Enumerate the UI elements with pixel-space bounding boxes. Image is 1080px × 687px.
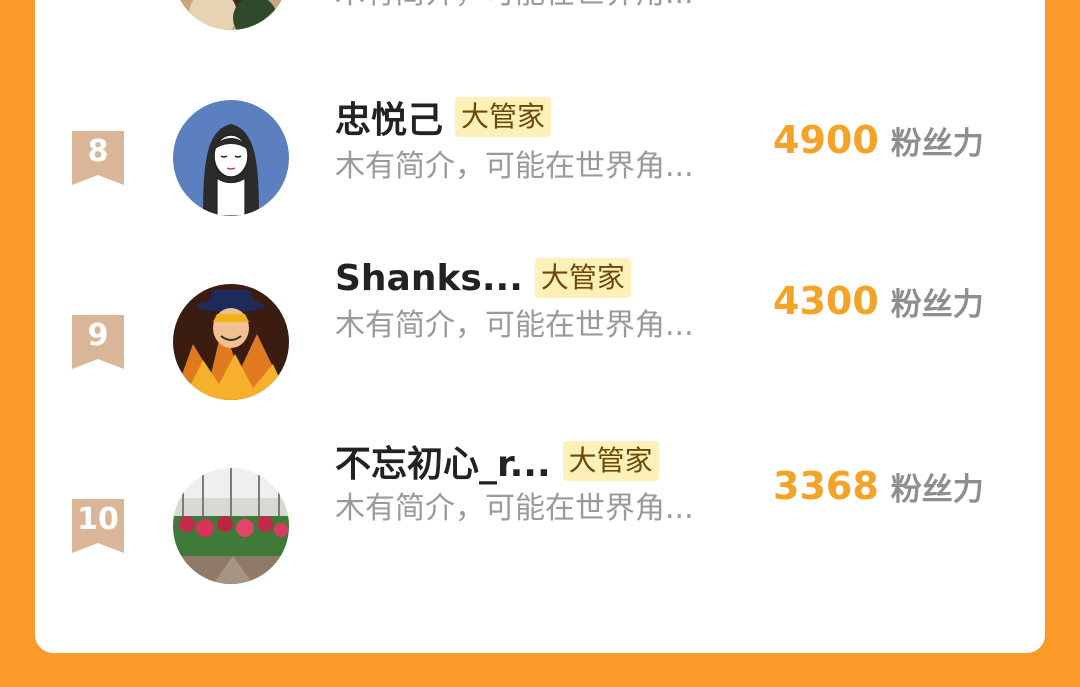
- leaderboard-row[interactable]: 10 不忘初心_r... 大管家 木有简介，可能在世界角... 3368 粉丝力: [35, 441, 1045, 595]
- user-bio: 木有简介，可能在世界角...: [335, 491, 694, 526]
- fans-count: 4300: [773, 279, 879, 323]
- rank-badge: 9: [72, 315, 124, 369]
- user-name[interactable]: 不忘初心_r...: [335, 435, 551, 487]
- leaderboard-row[interactable]: 8 忠悦己 大管家 木有简介，可能在世界角... 4900 粉丝力: [35, 95, 1045, 225]
- rank-badge: 10: [72, 499, 124, 553]
- fans-unit-label: 粉丝力: [890, 471, 984, 508]
- fans-unit-label: 粉丝力: [890, 286, 984, 323]
- role-tag: 大管家: [534, 258, 631, 298]
- user-name[interactable]: 忠悦己: [335, 91, 443, 143]
- user-bio: 木有简介，可能在世界角...: [335, 149, 694, 184]
- fans-unit-label: 粉丝力: [890, 125, 984, 162]
- leaderboard-row[interactable]: 9 Shanks... 大管家 木有简介，可能在世界角... 4300 粉丝力: [35, 258, 1045, 410]
- rank-number: 10: [77, 502, 119, 537]
- leaderboard-card: 木有简介，可能在世界角... 8 忠悦己 大管家 木有简介，可能在世界角..: [35, 0, 1045, 653]
- rank-number: 8: [87, 134, 109, 169]
- role-tag: 大管家: [455, 97, 552, 137]
- avatar[interactable]: [173, 468, 289, 584]
- user-bio: 木有简介，可能在世界角...: [335, 0, 694, 14]
- rank-badge: 8: [72, 131, 124, 185]
- avatar[interactable]: [173, 284, 289, 400]
- rank-number: 9: [87, 318, 109, 353]
- avatar[interactable]: [173, 0, 289, 30]
- fans-count: 3368: [773, 464, 879, 508]
- fans-count: 4900: [773, 118, 879, 162]
- avatar[interactable]: [173, 100, 289, 216]
- leaderboard-row-partial[interactable]: 木有简介，可能在世界角...: [35, 0, 1045, 90]
- user-bio: 木有简介，可能在世界角...: [335, 308, 694, 343]
- role-tag: 大管家: [562, 441, 659, 481]
- user-name[interactable]: Shanks...: [335, 258, 523, 299]
